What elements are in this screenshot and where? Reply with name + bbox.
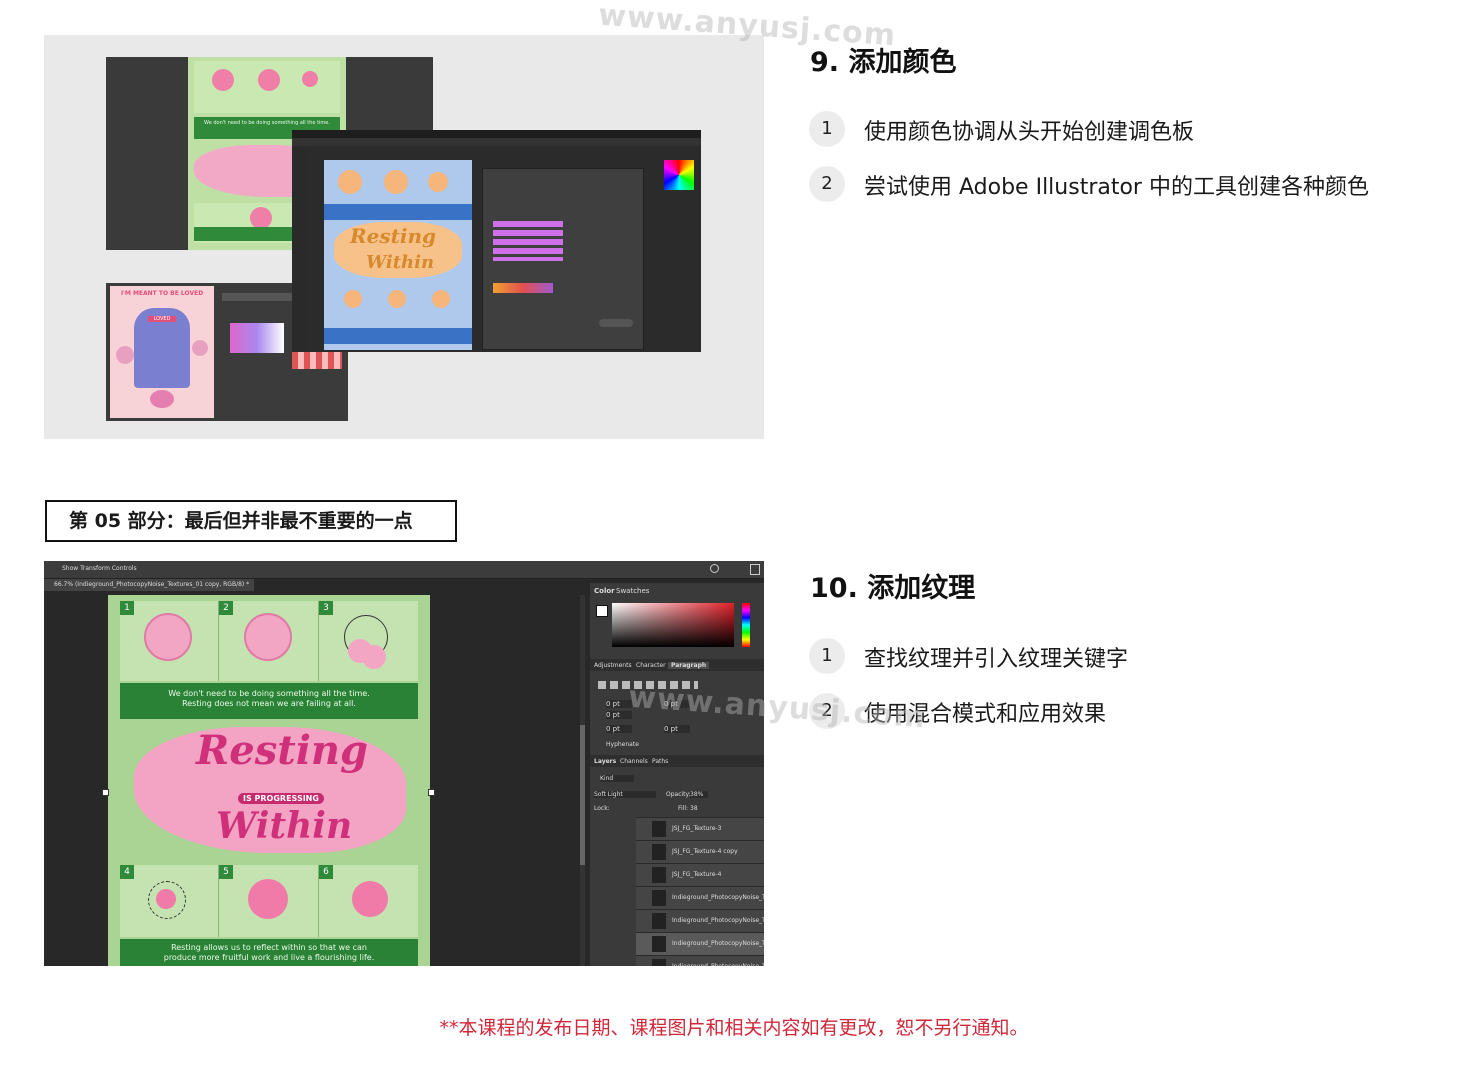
section9-title: 9. 添加颜色 — [810, 47, 957, 78]
cell-number-3: 3 — [319, 601, 333, 615]
section10-step1-text: 查找纹理并引入纹理关键字 — [864, 647, 1129, 672]
section9-step2-number: 2 — [809, 166, 845, 202]
ps-poster-bottom-line1: Resting allows us to reflect within so t… — [171, 943, 367, 952]
ps-poster-line1: We don't need to be doing something all … — [168, 689, 370, 698]
small-poster-badge: LOVED — [148, 316, 176, 322]
ps-poster-line2: Resting does not mean we are failing at … — [182, 699, 356, 708]
blend-mode-select[interactable]: Soft Light — [594, 791, 656, 798]
layer-row[interactable]: Indieground_PhotocopyNoise_Textures_05 — [636, 909, 764, 932]
blue-poster-word2: Within — [366, 252, 435, 273]
section9-step1-number: 1 — [809, 111, 845, 147]
hue-slider[interactable] — [742, 603, 750, 647]
cell-number-6: 6 — [319, 865, 333, 879]
illustrator-window: Resting Within — [292, 130, 701, 352]
opacity-input[interactable]: 38% — [690, 791, 708, 798]
ps-options-bar: Show Transform Controls — [44, 561, 764, 579]
tab-layers[interactable]: Layers — [594, 758, 616, 765]
tab-color[interactable]: Color — [594, 587, 615, 595]
back-poster-line1: We don't need to be doing something all … — [204, 120, 330, 126]
layer-row-selected[interactable]: Indieground_PhotocopyNoise_Textures_01 c… — [636, 932, 764, 966]
small-poster-title: I'M MEANT TO BE LOVED — [120, 290, 204, 297]
blue-poster-word1: Resting — [350, 224, 436, 248]
ps-poster-word2: Within — [216, 805, 353, 847]
tab-swatches[interactable]: Swatches — [616, 587, 649, 595]
fill-label: Fill: — [678, 805, 689, 812]
section-label: 第 05 部分：最后但并非最不重要的一点 — [45, 500, 457, 542]
layer-row[interactable]: Indieground_PhotocopyNoise_Textures_01 — [636, 955, 764, 966]
layer-filter-kind[interactable]: Kind — [600, 775, 634, 782]
foreground-swatch[interactable] — [596, 605, 608, 617]
footnote: **本课程的发布日期、课程图片和相关内容如有更改，恕不另行通知。 — [439, 1017, 1029, 1039]
layer-name: JSJ_FG_Texture-4 copy — [672, 848, 738, 855]
illustrator-screenshot: We don't need to be doing something all … — [44, 35, 764, 439]
layer-row[interactable]: Indieground_PhotocopyNoise_Textures_05 c… — [636, 886, 764, 923]
opacity-label: Opacity: — [666, 791, 691, 798]
section10-title: 10. 添加纹理 — [810, 573, 976, 604]
doc-tab-label: 66.7% (Indieground_PhotocopyNoise_Textur… — [54, 581, 250, 588]
tab-channels[interactable]: Channels — [620, 758, 648, 765]
photoshop-screenshot: Show Transform Controls 66.7% (Indiegrou… — [44, 561, 764, 966]
cell-number-2: 2 — [219, 601, 233, 615]
ps-poster-badge: IS PROGRESSING — [238, 793, 324, 804]
layer-row[interactable]: JSJ_FG_Texture-4 copy — [636, 840, 764, 863]
section9-step1-text: 使用颜色协调从头开始创建调色板 — [864, 120, 1195, 145]
canvas-scrollbar[interactable] — [580, 595, 585, 966]
cell-number-1: 1 — [120, 601, 134, 615]
layer-name: JSJ_FG_Texture-4 — [672, 871, 722, 878]
ps-artboard: 1 2 3 We don't need to be doing somethin… — [108, 595, 430, 966]
tab-character[interactable]: Character — [636, 662, 666, 669]
lock-label: Lock: — [594, 805, 610, 812]
blue-artboard: Resting Within — [324, 160, 472, 350]
ps-poster-band-top: We don't need to be doing something all … — [120, 683, 418, 719]
layer-name: Indieground_PhotocopyNoise_Textures_01 — [672, 956, 764, 966]
cell-number-5: 5 — [219, 865, 233, 879]
para-space-before[interactable]: 0 pt — [606, 725, 632, 733]
layer-name: JSJ_FG_Texture-3 — [672, 825, 722, 832]
search-icon[interactable] — [710, 564, 719, 573]
para-space-after[interactable]: 0 pt — [664, 725, 690, 733]
hyphenate-checkbox[interactable]: Hyphenate — [606, 741, 639, 748]
section9-step2-text: 尝试使用 Adobe Illustrator 中的工具创建各种颜色 — [864, 175, 1369, 200]
show-transform-controls[interactable]: Show Transform Controls — [62, 565, 137, 572]
ps-poster-word1: Resting — [196, 727, 368, 774]
color-picker-field[interactable] — [612, 603, 734, 647]
cell-number-4: 4 — [120, 865, 134, 879]
layer-name: Indieground_PhotocopyNoise_Textures_05 — [672, 917, 764, 924]
tab-adjustments[interactable]: Adjustments — [594, 662, 632, 669]
tab-paths[interactable]: Paths — [652, 758, 668, 765]
layer-row[interactable]: JSJ_FG_Texture-3 — [636, 817, 764, 840]
ps-doc-tab[interactable]: 66.7% (Indieground_PhotocopyNoise_Textur… — [44, 579, 254, 591]
fill-input[interactable]: 38 — [690, 805, 698, 812]
ps-poster-band-bottom: Resting allows us to reflect within so t… — [120, 939, 418, 966]
ps-poster-bottom-line2: produce more fruitful work and live a fl… — [163, 953, 375, 962]
recolor-dialog — [482, 168, 644, 350]
section10-step1-number: 1 — [809, 638, 845, 674]
share-icon[interactable] — [750, 564, 760, 575]
tab-paragraph[interactable]: Paragraph — [668, 662, 710, 669]
layer-row[interactable]: JSJ_FG_Texture-4 — [636, 863, 764, 886]
